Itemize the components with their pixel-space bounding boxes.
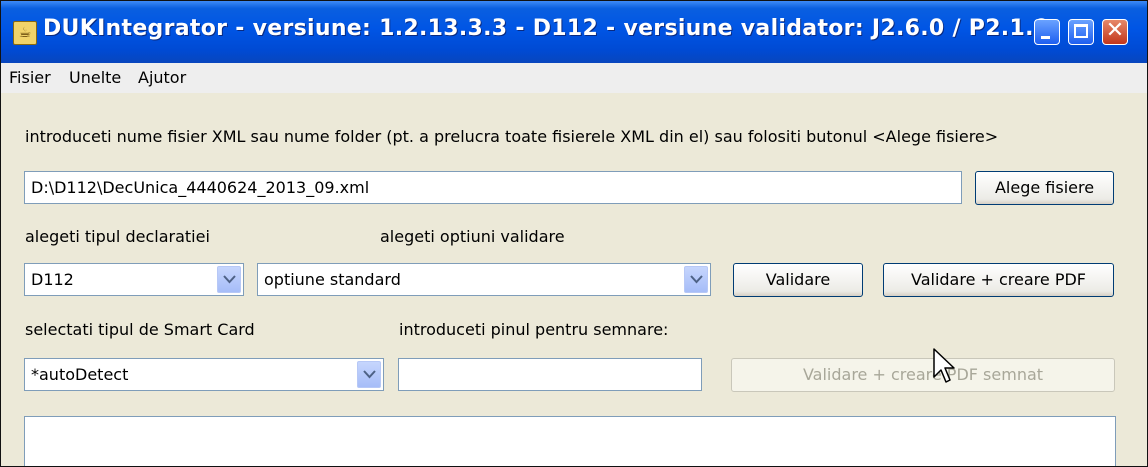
chevron-down-icon[interactable] [684, 266, 708, 293]
pin-label: introduceti pinul pentru semnare: [399, 320, 669, 339]
output-log-area[interactable] [24, 416, 1116, 466]
java-cup-icon: ☕ [13, 21, 37, 45]
menu-bar: Fisier Unelte Ajutor [1, 63, 1147, 93]
mouse-cursor-icon [933, 348, 955, 383]
validation-options-select[interactable]: optiune standard [257, 263, 711, 296]
declaration-type-value: D112 [31, 270, 74, 289]
menu-unelte[interactable]: Unelte [69, 68, 121, 87]
menu-ajutor[interactable]: Ajutor [138, 68, 186, 87]
chevron-down-icon[interactable] [357, 361, 381, 388]
pin-input[interactable] [398, 358, 702, 391]
validate-create-signed-pdf-button[interactable]: Validare + creare PDF semnat [731, 358, 1115, 392]
chevron-down-icon[interactable] [217, 266, 241, 293]
app-window: ☕ DUKIntegrator - versiune: 1.2.13.3.3 -… [0, 0, 1148, 467]
instructions-label: introduceti nume fisier XML sau nume fol… [25, 127, 999, 146]
validation-options-value: optiune standard [264, 270, 401, 289]
validate-button[interactable]: Validare [733, 263, 863, 297]
minimize-icon[interactable] [1034, 19, 1060, 45]
declaration-type-label: alegeti tipul declaratiei [25, 227, 210, 246]
menu-fisier[interactable]: Fisier [9, 68, 51, 87]
file-path-input[interactable] [24, 171, 962, 204]
declaration-type-select[interactable]: D112 [24, 263, 244, 296]
smartcard-type-label: selectati tipul de Smart Card [25, 320, 255, 339]
smartcard-type-value: *autoDetect [31, 365, 129, 384]
close-icon[interactable]: ✕ [1102, 19, 1128, 45]
maximize-icon[interactable] [1068, 19, 1094, 45]
validate-create-pdf-button[interactable]: Validare + creare PDF [883, 263, 1114, 297]
smartcard-type-select[interactable]: *autoDetect [24, 358, 384, 391]
window-title: DUKIntegrator - versiune: 1.2.13.3.3 - D… [43, 16, 1050, 41]
choose-files-button[interactable]: Alege fisiere [975, 171, 1114, 205]
title-bar[interactable]: ☕ DUKIntegrator - versiune: 1.2.13.3.3 -… [1, 1, 1147, 63]
validation-options-label: alegeti optiuni validare [380, 227, 565, 246]
